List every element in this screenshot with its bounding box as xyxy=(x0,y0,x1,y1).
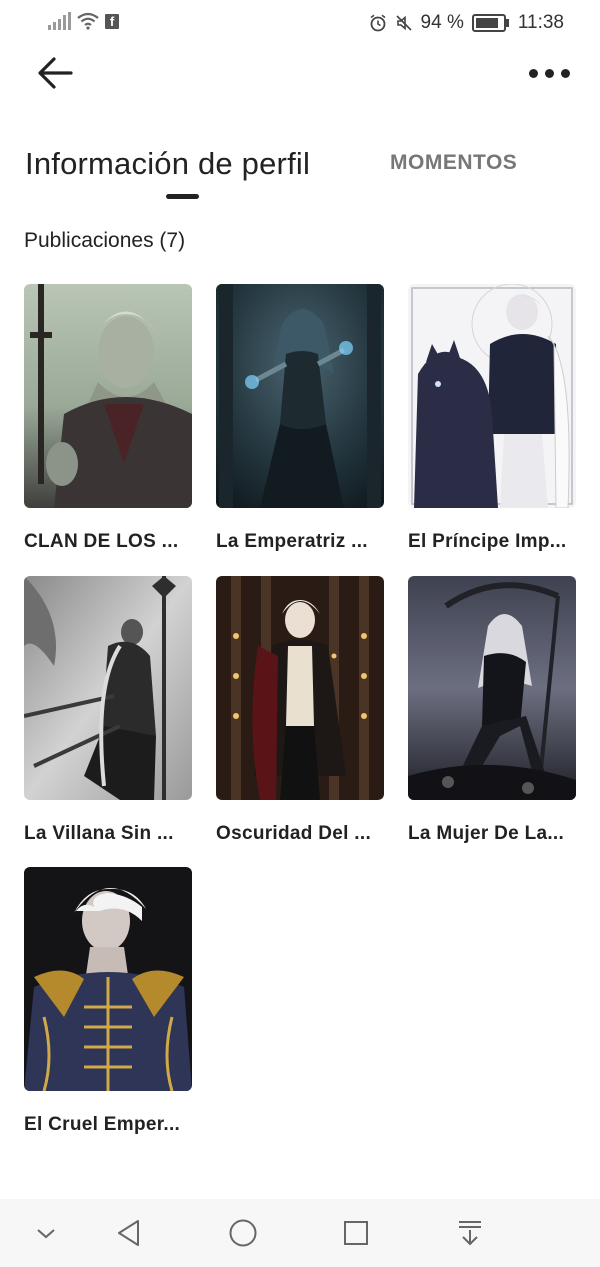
publication-title: CLAN DE LOS ... xyxy=(24,531,179,552)
cover-image xyxy=(408,284,576,508)
cover-image xyxy=(24,576,192,800)
book-cover xyxy=(24,284,192,508)
publication-card[interactable]: La Mujer De La... xyxy=(408,576,576,845)
collapse-chevron-icon xyxy=(37,1229,55,1239)
publication-title: La Villana Sin ... xyxy=(24,823,174,844)
nav-home-button[interactable] xyxy=(223,1213,263,1253)
publication-title: La Emperatriz ... xyxy=(216,531,368,552)
wifi-icon xyxy=(77,12,99,30)
cover-image xyxy=(24,867,192,1091)
tab-moments[interactable]: MOMENTOS xyxy=(390,151,517,175)
notification-pull-icon xyxy=(459,1221,481,1246)
notification-pull-button[interactable] xyxy=(450,1213,490,1253)
back-triangle-icon xyxy=(118,1220,139,1246)
facebook-icon: f xyxy=(105,13,119,29)
more-dot xyxy=(560,68,570,78)
more-options-button[interactable] xyxy=(524,58,574,88)
signal-icon xyxy=(48,12,71,30)
system-navigation-bar xyxy=(0,1199,600,1267)
publication-card[interactable]: El Príncipe Imp... xyxy=(408,284,576,553)
book-cover xyxy=(408,576,576,800)
publication-card[interactable]: Oscuridad Del ... xyxy=(216,576,384,845)
collapse-nav-button[interactable] xyxy=(26,1213,66,1253)
recents-square-icon xyxy=(344,1221,368,1245)
book-cover xyxy=(216,576,384,800)
publication-title: El Cruel Emper... xyxy=(24,1114,181,1135)
battery-icon xyxy=(471,14,509,32)
book-cover xyxy=(408,284,576,508)
back-button[interactable] xyxy=(34,52,78,96)
alarm-icon xyxy=(370,14,386,32)
status-left: f xyxy=(48,12,119,30)
status-right: 94 % 11:38 xyxy=(369,12,564,34)
battery-percent: 94 % xyxy=(420,12,464,33)
publication-card[interactable]: CLAN DE LOS ... xyxy=(24,284,192,553)
clock-time: 11:38 xyxy=(517,12,564,33)
book-cover xyxy=(24,867,192,1091)
publication-title: Oscuridad Del ... xyxy=(216,823,372,844)
status-bar: f 94 % 11:38 xyxy=(0,0,600,46)
cover-image xyxy=(216,284,384,508)
tab-profile-info[interactable]: Información de perfil xyxy=(25,146,310,182)
more-dots-icon xyxy=(528,68,538,78)
nav-back-button[interactable] xyxy=(109,1213,149,1253)
publication-card[interactable]: El Cruel Emper... xyxy=(24,867,192,1136)
book-cover xyxy=(24,576,192,800)
publication-card[interactable]: La Emperatriz ... xyxy=(216,284,384,553)
mute-icon xyxy=(395,15,412,31)
arrow-left-icon xyxy=(38,57,73,89)
home-circle-icon xyxy=(229,1219,257,1247)
publication-card[interactable]: La Villana Sin ... xyxy=(24,576,192,845)
cover-image xyxy=(408,576,576,800)
tab-active-indicator xyxy=(166,194,199,199)
nav-recents-button[interactable] xyxy=(336,1213,376,1253)
cover-image xyxy=(24,284,192,508)
publication-title: La Mujer De La... xyxy=(408,823,565,844)
publications-heading: Publicaciones (7) xyxy=(24,229,186,252)
publication-title: El Príncipe Imp... xyxy=(408,531,567,552)
more-dot xyxy=(544,68,554,78)
book-cover xyxy=(216,284,384,508)
cover-image xyxy=(216,576,384,800)
